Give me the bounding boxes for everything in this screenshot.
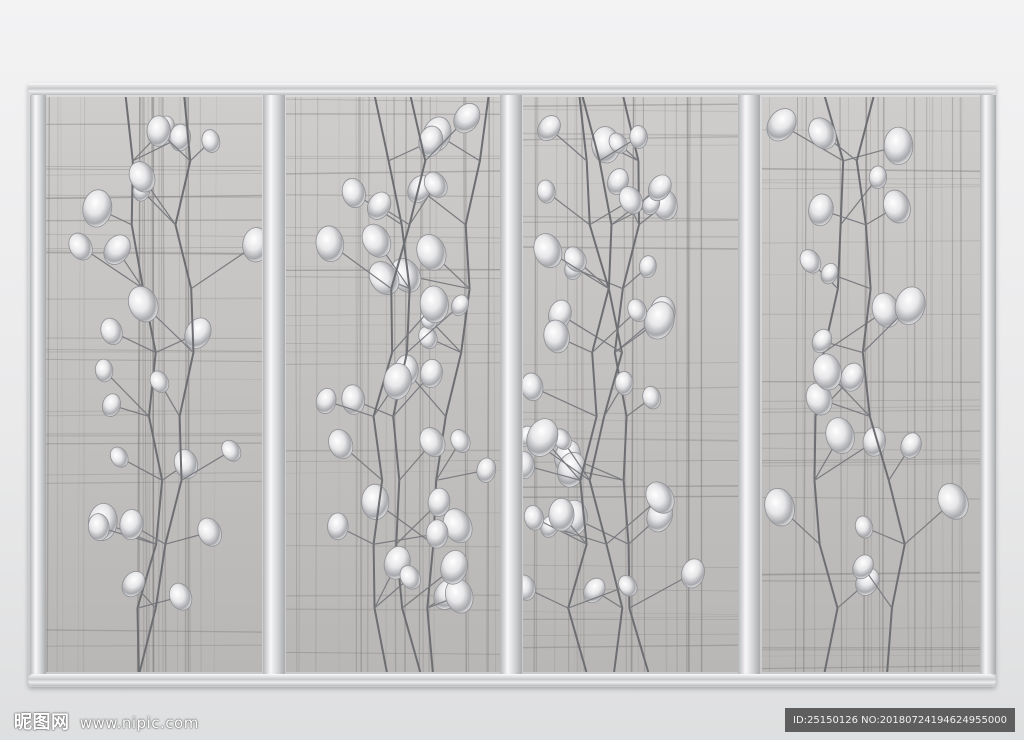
watermark-brand: 昵图网 — [14, 712, 70, 733]
frame-bottom-rail — [28, 674, 996, 686]
crystal-leaf — [523, 372, 544, 402]
crystal-leaf — [109, 446, 129, 468]
crystal-leaf — [766, 108, 797, 142]
crystal-leaf — [825, 417, 855, 454]
frame-post-left — [30, 95, 46, 674]
glass-panel-3 — [523, 97, 738, 672]
grid-line — [294, 97, 298, 672]
grid-line — [523, 108, 738, 113]
crystal-branch-art-3 — [523, 97, 738, 672]
grid-line — [315, 97, 319, 672]
image-id-strip: ID:25150126 NO:20180724194624955000 — [785, 708, 1015, 732]
grid-line — [366, 97, 370, 672]
crystal-leaf — [645, 481, 675, 514]
grid-line — [930, 97, 934, 672]
crystal-leaf — [221, 439, 242, 462]
frame-post-2 — [500, 95, 522, 674]
crystal-leaf — [614, 371, 634, 396]
frame-post-right — [980, 95, 996, 674]
crystal-leaf — [900, 432, 922, 459]
crystal-leaf — [82, 189, 113, 228]
crystal-leaf — [328, 429, 354, 460]
grid-line — [286, 312, 500, 316]
grid-line — [523, 103, 738, 107]
grid-line — [925, 97, 928, 672]
crystal-leaf — [937, 482, 969, 520]
grid-line — [77, 97, 82, 672]
crystal-leaf — [361, 483, 390, 520]
crystal-leaf — [367, 191, 392, 220]
grid-line — [906, 97, 909, 672]
grid-line — [523, 215, 738, 220]
grid-line — [199, 97, 202, 672]
crystal-leaf — [868, 165, 888, 190]
crystal-leaf — [242, 227, 262, 263]
glass-panel-4 — [762, 97, 980, 672]
grid-line — [56, 97, 59, 672]
watermark-url: www.nipic.com — [79, 714, 199, 732]
grid-line — [675, 97, 678, 672]
crystal-leaf — [341, 177, 366, 209]
frame-top-rail — [28, 83, 996, 95]
grid-line — [286, 170, 500, 175]
crystal-leaf — [808, 193, 834, 227]
crystal-leaf — [173, 448, 199, 479]
glass-panel-1 — [44, 97, 262, 672]
crystal-leaf — [854, 515, 874, 539]
crystal-leaf — [197, 517, 222, 547]
crystal-leaf — [168, 582, 193, 611]
nipic-watermark: 昵图网 www.nipic.com — [14, 708, 199, 734]
grid-line — [286, 652, 500, 655]
grid-line — [298, 97, 302, 672]
crystal-branch-art-2 — [286, 97, 500, 672]
crystal-leaf — [764, 487, 795, 527]
crystal-leaf — [100, 317, 123, 346]
crystal-leaf — [327, 512, 349, 541]
grid-line — [700, 97, 703, 672]
glass-panel-2 — [286, 97, 500, 672]
crystal-leaf — [811, 328, 833, 354]
crystal-leaf — [184, 317, 212, 350]
crystal-leaf — [808, 117, 837, 150]
crystal-leaf — [450, 429, 471, 453]
grid-line — [213, 97, 217, 672]
crystal-leaf — [548, 497, 575, 532]
frame-post-3 — [738, 95, 760, 674]
grid-line — [286, 194, 500, 198]
crystal-branch-art-4 — [762, 97, 980, 672]
frame-post-1 — [263, 95, 285, 674]
crystal-leaf — [680, 558, 705, 589]
grid-line — [523, 182, 738, 184]
crystal-leaf — [536, 179, 556, 204]
crystal-leaf — [128, 161, 156, 193]
crystal-branch-art-1 — [44, 97, 262, 672]
crystal-leaf — [315, 387, 337, 414]
grid-line — [523, 362, 738, 365]
crystal-leaf — [146, 115, 171, 147]
grid-line — [286, 362, 500, 365]
grid-line — [60, 97, 64, 672]
grid-line — [575, 97, 579, 672]
crystal-leaf — [638, 255, 657, 279]
grid-line — [762, 129, 980, 132]
crystal-leaf — [201, 129, 221, 153]
grid-line — [941, 97, 944, 672]
crystal-leaf — [315, 225, 345, 262]
crystal-leaf — [103, 234, 131, 265]
grid-line — [554, 97, 558, 672]
grid-line — [492, 97, 496, 672]
crystal-leaf — [127, 285, 159, 323]
grid-line — [46, 97, 50, 672]
crystal-leaf — [883, 126, 914, 166]
grid-line — [523, 219, 738, 223]
crystal-leaf — [119, 508, 144, 541]
grid-line — [286, 323, 500, 327]
image-id-text: ID:25150126 NO:20180724194624955000 — [793, 714, 1007, 726]
grid-line — [82, 97, 86, 672]
